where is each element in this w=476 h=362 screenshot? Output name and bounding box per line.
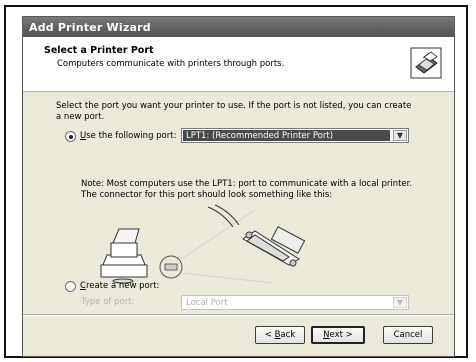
port-type-dropdown[interactable]: Local Port ▼	[181, 295, 409, 310]
chevron-down-icon[interactable]: ▼	[393, 130, 407, 141]
title-bar[interactable]: Add Printer Wizard	[23, 17, 454, 37]
window-title: Add Printer Wizard	[29, 21, 151, 34]
use-port-label[interactable]: Use the following port:	[80, 131, 176, 141]
next-button-rest: ext >	[329, 330, 353, 340]
cancel-button[interactable]: Cancel	[383, 326, 433, 344]
printer-wizard-icon	[410, 47, 442, 79]
back-button-rest: ack	[280, 330, 296, 340]
port-dropdown[interactable]: LPT1: (Recommended Printer Port) ▼	[181, 128, 409, 143]
header-title: Select a Printer Port	[44, 45, 154, 56]
use-port-radio[interactable]	[65, 131, 76, 142]
button-divider	[23, 314, 454, 316]
back-button-prefix: <	[264, 330, 275, 340]
use-port-label-rest: se the following port:	[86, 131, 177, 141]
add-printer-wizard-window: Add Printer Wizard Select a Printer Port…	[22, 16, 455, 357]
header-subtitle: Computers communicate with printers thro…	[57, 59, 285, 69]
port-type-dropdown-value: Local Port	[186, 298, 228, 308]
next-button[interactable]: Next >	[311, 326, 365, 344]
wizard-content: Select the port you want your printer to…	[23, 93, 454, 356]
lpt-connector-illustration	[83, 203, 383, 293]
intro-text: Select the port you want your printer to…	[56, 101, 412, 122]
create-port-radio[interactable]	[65, 281, 76, 292]
wizard-header: Select a Printer Port Computers communic…	[23, 37, 454, 92]
port-dropdown-value: LPT1: (Recommended Printer Port)	[183, 130, 390, 141]
connector-note: Note: Most computers use the LPT1: port …	[81, 179, 413, 200]
create-port-label[interactable]: Create a new port:	[80, 281, 159, 291]
port-type-label: Type of port:	[81, 297, 135, 307]
back-button[interactable]: < Back	[255, 326, 305, 344]
create-port-label-rest: reate a new port:	[85, 281, 160, 291]
chevron-down-icon[interactable]: ▼	[393, 297, 407, 308]
